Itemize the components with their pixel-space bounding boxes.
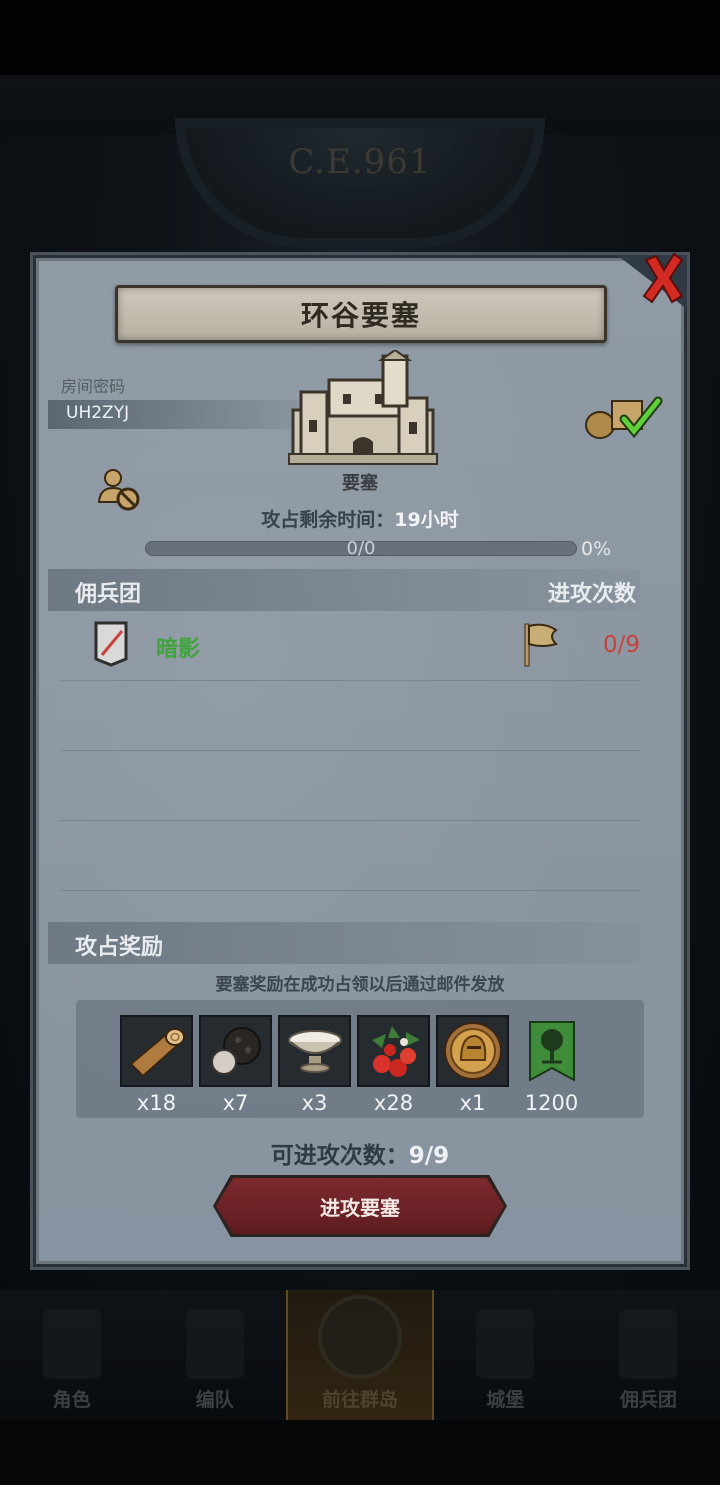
- rewards-note: 要塞奖励在成功占领以后通过邮件发放: [215, 975, 505, 995]
- available-attacks: 可进攻次数：9/9: [0, 1136, 720, 1170]
- reward-tile: [120, 1015, 193, 1087]
- row-divider: [60, 750, 640, 751]
- mercenary-name: 暗影: [156, 637, 201, 662]
- close-icon: [642, 252, 684, 304]
- mercenary-attack-count: 0/9: [603, 632, 641, 658]
- remaining-time: 攻占剩余时间：19小时: [0, 505, 720, 532]
- progress-percent: 0%: [581, 538, 612, 560]
- reward-item[interactable]: x18: [120, 1015, 193, 1115]
- room-code[interactable]: UH2ZYJ: [66, 403, 129, 423]
- reward-list: x18 x7 x3 x28 x1 1200: [120, 1015, 600, 1115]
- dialog-title: 环谷要塞: [300, 299, 421, 332]
- reward-tile: [278, 1015, 351, 1087]
- attack-fortress-button[interactable]: 进攻要塞: [216, 1178, 504, 1234]
- reward-qty: x7: [222, 1091, 249, 1115]
- row-divider: [60, 820, 640, 821]
- fortress-icon: [288, 350, 438, 465]
- building-type-label: 要塞: [342, 473, 378, 494]
- available-attacks-value: 9/9: [408, 1143, 450, 1169]
- close-button[interactable]: [640, 252, 686, 304]
- reward-item[interactable]: x28: [357, 1015, 430, 1115]
- reward-item[interactable]: x7: [199, 1015, 272, 1115]
- remaining-time-label: 攻占剩余时间：: [261, 509, 395, 531]
- reward-tile: [357, 1015, 430, 1087]
- reward-qty: x28: [373, 1091, 414, 1115]
- berries-icon: [371, 1026, 420, 1077]
- tree-banner-icon: [528, 1021, 575, 1082]
- reward-qty: x1: [459, 1091, 486, 1115]
- attack-fortress-button-label: 进攻要塞: [320, 1195, 400, 1220]
- available-attacks-label: 可进攻次数：: [270, 1143, 409, 1169]
- reward-item[interactable]: 1200: [515, 1015, 588, 1115]
- reward-tile: [515, 1015, 588, 1087]
- progress-count: 0/0: [346, 538, 376, 559]
- reward-item[interactable]: x3: [278, 1015, 351, 1115]
- reward-tile: [199, 1015, 272, 1087]
- row-divider: [60, 680, 640, 681]
- helmet-coin-icon: [443, 1022, 502, 1080]
- mercenary-header: 佣兵团: [75, 582, 142, 607]
- log-icon: [129, 1028, 185, 1078]
- row-divider: [60, 890, 640, 891]
- reward-item[interactable]: x1: [436, 1015, 509, 1115]
- reward-qty: x3: [301, 1091, 328, 1115]
- title-banner: 环谷要塞: [115, 285, 607, 343]
- rewards-header: 攻占奖励: [75, 935, 164, 960]
- room-code-label: 房间密码: [61, 377, 126, 396]
- guild-shield-icon: [94, 621, 128, 667]
- supply-ready-icon[interactable]: [584, 393, 664, 441]
- reward-qty: 1200: [524, 1091, 579, 1115]
- milk-bowl-icon: [287, 1030, 342, 1073]
- attacks-header: 进攻次数: [548, 582, 637, 607]
- reward-tile: [436, 1015, 509, 1087]
- truffle-icon: [210, 1027, 261, 1075]
- remaining-time-value: 19小时: [394, 509, 459, 531]
- reward-qty: x18: [136, 1091, 177, 1115]
- flag-icon: [524, 623, 558, 667]
